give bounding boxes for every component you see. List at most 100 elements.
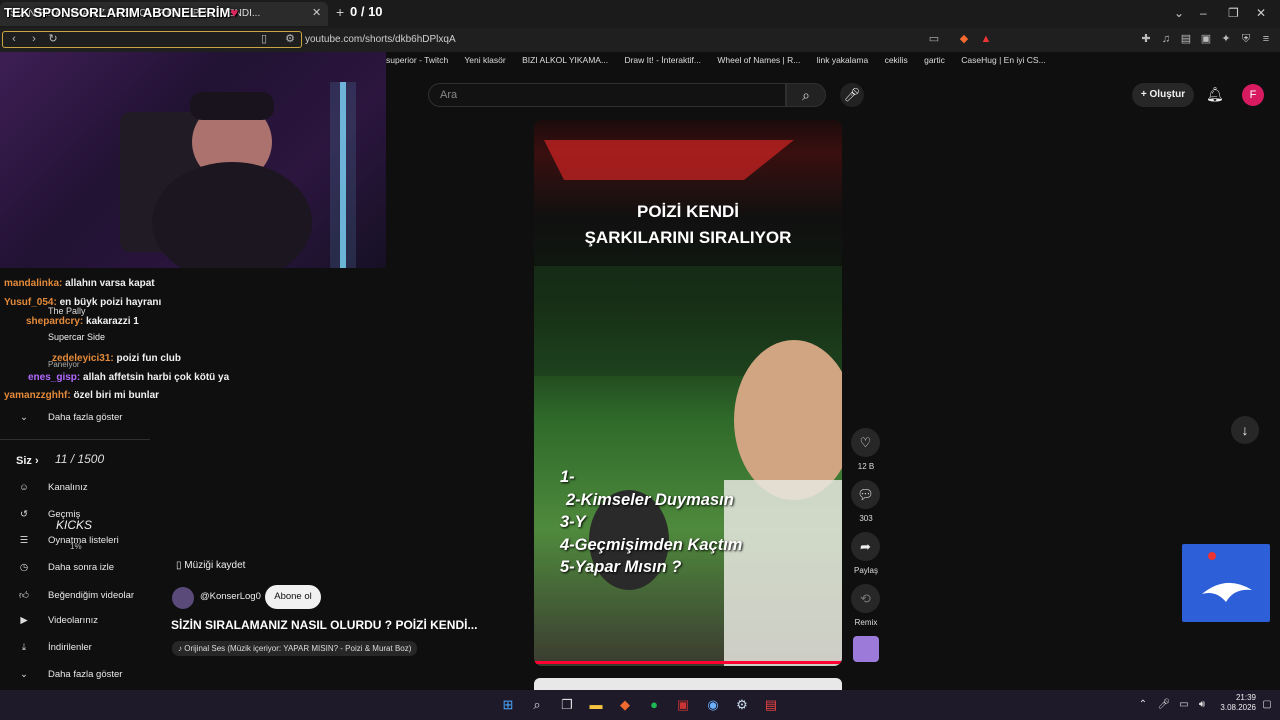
remix-label: Remix (854, 618, 878, 627)
vpn-icon[interactable]: ⛨ (1240, 33, 1252, 45)
maximize-icon[interactable]: ❐ (1228, 6, 1239, 20)
account-avatar[interactable]: F (1242, 84, 1264, 106)
app-icon[interactable]: ▣ (674, 696, 692, 714)
download-icon: ⤓ (21, 642, 27, 653)
back-icon[interactable]: ‹ (8, 33, 20, 45)
forward-icon[interactable]: › (28, 33, 40, 45)
panel-label: Panelyor (48, 360, 80, 369)
like-count: 12 B (857, 462, 875, 471)
stream-counter: 0 / 10 (350, 4, 383, 19)
bookmark-item[interactable]: link yakalama (817, 55, 869, 65)
microphone-icon[interactable]: 🎤︎ (840, 83, 864, 107)
bookmark-item[interactable]: Yeni klasör (464, 55, 505, 65)
bookmark-item[interactable]: CaseHug | En iyi CS... (961, 55, 1045, 65)
search-icon[interactable]: ⌕ (786, 83, 826, 107)
close-window-icon[interactable]: ✕ (1256, 6, 1266, 20)
kicks-label: KICKS (56, 518, 93, 532)
bookmark-item[interactable]: Wheel of Names | R... (717, 55, 800, 65)
taskbar-clock[interactable]: 21:39 3.08.2026 (1214, 693, 1256, 713)
brave-shield-icon[interactable]: ◆ (958, 33, 970, 45)
chevron-down-icon: ⌄ (20, 669, 28, 680)
sidebar-item-your-channel[interactable]: ☺ Kanalınız (16, 482, 87, 493)
tray-chevron-icon[interactable]: ⌃ (1134, 696, 1152, 714)
comment-icon[interactable]: 💬︎ (851, 480, 880, 509)
site-info-icon[interactable]: ⚙ (284, 33, 296, 45)
leo-icon[interactable]: ✦ (1220, 33, 1232, 45)
tab-list-icon[interactable]: ⌄ (1174, 6, 1184, 20)
show-more-button[interactable]: ⌄ Daha fazla göster (16, 669, 122, 680)
create-button[interactable]: + Oluştur (1132, 83, 1194, 107)
tab-close-icon[interactable]: ✕ (312, 6, 321, 19)
mic-icon[interactable]: 🎤︎ (1155, 696, 1173, 714)
file-explorer-icon[interactable]: ▬ (587, 696, 605, 714)
sound-thumbnail[interactable] (853, 636, 879, 662)
next-short-preview[interactable] (534, 678, 842, 690)
webcam-overlay (0, 52, 386, 268)
like-icon[interactable]: ♡ (851, 428, 880, 457)
short-overlay-list: 1- 2-Kimseler Duymasın 3-Y 4-Geçmişimden… (560, 468, 743, 576)
playlist-icon: ☰ (19, 535, 29, 546)
chat-message: enes_gisp: allah affetsin harbi çok kötü… (28, 372, 230, 383)
bookmark-item[interactable]: BIZI ALKOL YIKAMA... (522, 55, 608, 65)
start-icon[interactable]: ⊞ (499, 696, 517, 714)
next-short-arrow-icon[interactable]: ↓ (1231, 416, 1259, 444)
volume-icon[interactable]: 🔊︎ (1193, 696, 1211, 714)
search-input[interactable]: Ara (440, 89, 457, 101)
search-icon[interactable]: ⌕ (528, 696, 546, 714)
channel-handle[interactable]: @KonserLog0 (200, 591, 261, 602)
app-icon[interactable]: ▤ (762, 696, 780, 714)
mini-overlay-widget (1182, 544, 1270, 622)
comment-count: 303 (859, 514, 873, 523)
chat-message: mandalinka: allahın varsa kapat (4, 278, 155, 289)
subscribe-button[interactable]: Abone ol (265, 585, 321, 609)
url-field[interactable]: youtube.com/shorts/dkb6hDPlxqA (305, 34, 456, 45)
steam-icon[interactable]: ⚙ (733, 696, 751, 714)
wallet-icon[interactable]: ▣ (1200, 33, 1212, 45)
clock-icon: ◷ (19, 562, 29, 573)
sidebar-divider (0, 439, 150, 440)
bell-icon[interactable]: 🔔︎ (1206, 86, 1224, 103)
brave-icon[interactable]: ◆ (616, 696, 634, 714)
sidebar-item-liked[interactable]: 👍︎ Beğendiğim videolar (16, 589, 134, 601)
rewards-icon[interactable]: ▲ (980, 33, 992, 45)
subs-counter: 11 / 1500 (55, 452, 105, 466)
save-music-button[interactable]: ▯ Müziği kaydet (176, 560, 245, 571)
spotify-icon[interactable]: ● (645, 696, 663, 714)
menu-icon[interactable]: ≡ (1260, 33, 1272, 45)
minimize-icon[interactable]: – (1200, 6, 1207, 20)
extensions-icon[interactable]: ✚ (1140, 33, 1152, 45)
chat-message: yamanzzghhf: özel biri mi bunlar (4, 390, 160, 401)
cast-icon[interactable]: ▭ (928, 33, 940, 45)
kicks-percent: 1% (70, 542, 82, 551)
bookmark-item[interactable]: gartic (924, 55, 945, 65)
media-icon[interactable]: ♫ (1160, 33, 1172, 45)
bookmark-icon[interactable]: ▯ (258, 33, 270, 45)
sidebar-item-your-videos[interactable]: ▶ Videolarınız (16, 615, 98, 626)
reload-icon[interactable]: ↻ (47, 33, 59, 45)
sidebar-item-watch-later[interactable]: ◷ Daha sonra izle (16, 562, 114, 573)
channel-avatar[interactable] (172, 587, 194, 609)
chat-message: Supercar Side (48, 332, 106, 342)
task-view-icon[interactable]: ❐ (558, 696, 576, 714)
bookmark-item[interactable]: cekilis (885, 55, 908, 65)
history-icon: ↺ (20, 509, 28, 520)
show-more-button[interactable]: ⌄ Daha fazla göster (16, 412, 122, 423)
channel-name: The Pally (48, 306, 86, 316)
bookmarks-bar: superior - Twitch Yeni klasör BIZI ALKOL… (386, 55, 1060, 71)
sidebar-item-playlists[interactable]: ☰ Oynatma listeleri (16, 535, 119, 546)
app-icon[interactable]: ◉ (704, 696, 722, 714)
audio-chip[interactable]: ♪ Orijinal Ses (Müzik içeriyor: YAPAR MI… (172, 641, 418, 656)
bookmark-item[interactable]: Draw It! - İnteraktif... (624, 55, 701, 65)
remix-icon[interactable]: ⟲ (851, 584, 880, 613)
you-section-header[interactable]: Siz › (16, 455, 39, 467)
bookmark-item[interactable]: superior - Twitch (386, 55, 448, 65)
notifications-icon[interactable]: ▢ (1258, 696, 1276, 714)
new-tab-icon[interactable]: + (336, 4, 344, 20)
search-box (428, 83, 786, 107)
sidebar-item-downloads[interactable]: ⤓ İndirilenler (16, 642, 92, 653)
video-title[interactable]: SİZİN SIRALAMANIZ NASIL OLURDU ? POİZİ K… (171, 618, 477, 632)
short-overlay-title: POİZİ KENDİ ŞARKILARINI SIRALIYOR (584, 202, 792, 247)
network-icon[interactable]: ▭ (1175, 696, 1193, 714)
sidebar-icon[interactable]: ▤ (1180, 33, 1192, 45)
share-icon[interactable]: ➦ (851, 532, 880, 561)
